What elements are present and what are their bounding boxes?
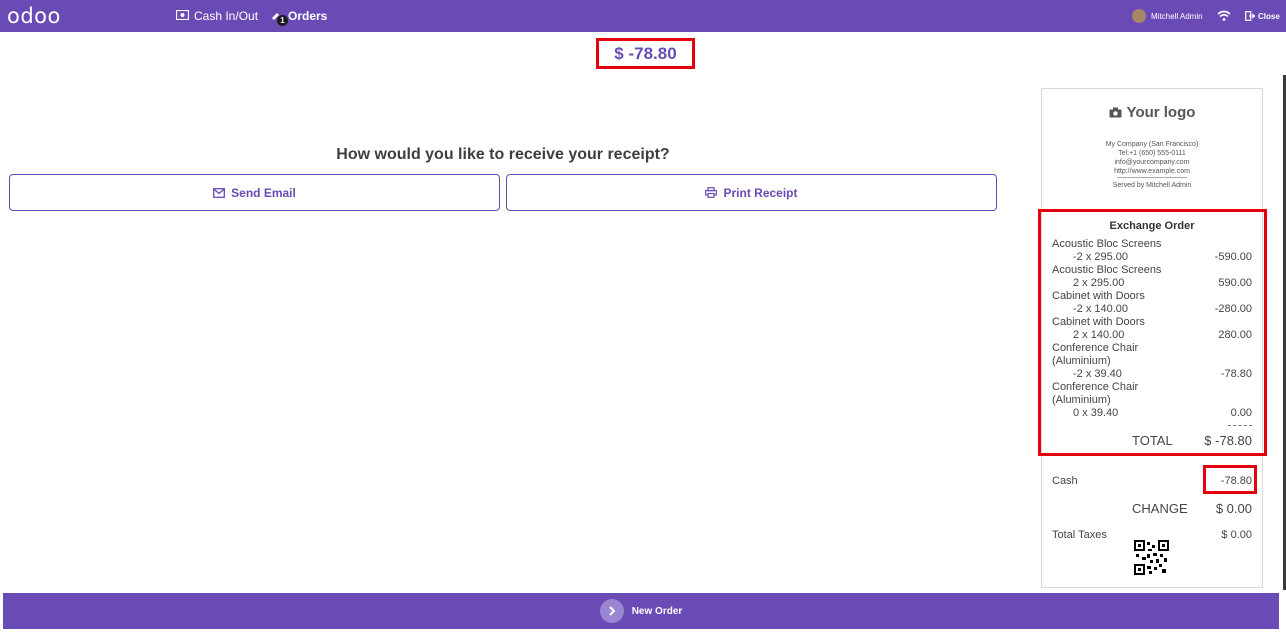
- qr-code-icon: [1134, 540, 1169, 575]
- receipt-question: How would you like to receive your recei…: [336, 146, 670, 163]
- print-receipt-label: Print Receipt: [723, 185, 798, 200]
- printer-icon: [705, 187, 718, 198]
- camera-icon: [1109, 107, 1122, 118]
- company-email: info@yourcompany.com: [1114, 159, 1190, 166]
- company-name: My Company (San Francisco): [1105, 141, 1199, 148]
- taxes-label: Total Taxes: [1052, 529, 1107, 541]
- odoo-logo: odoo: [7, 4, 61, 28]
- close-button[interactable]: Close: [1245, 0, 1280, 32]
- cash-in-out-button[interactable]: Cash In/Out: [175, 0, 259, 32]
- cash-in-out-label: Cash In/Out: [194, 9, 259, 23]
- send-email-label: Send Email: [231, 185, 296, 200]
- send-email-button[interactable]: Send Email: [9, 174, 500, 211]
- payment-method-label: Cash: [1052, 475, 1078, 487]
- orders-count-badge: 1: [277, 14, 288, 26]
- company-phone: Tel:+1 (650) 555-0111: [1118, 150, 1186, 157]
- orders-button[interactable]: 1 Orders: [271, 0, 327, 32]
- change-label: CHANGE: [1132, 501, 1188, 516]
- sign-out-icon: [1245, 11, 1255, 21]
- chevron-right-icon: [599, 599, 624, 623]
- divider: [1117, 177, 1187, 178]
- receipt-logo-text: Your logo: [1126, 104, 1196, 121]
- user-name: Mitchell Admin: [1151, 11, 1203, 21]
- new-order-label: New Order: [631, 605, 683, 617]
- envelope-icon: [213, 187, 226, 198]
- amount-due: $ -78.80: [596, 38, 695, 69]
- print-receipt-button[interactable]: Print Receipt: [506, 174, 997, 211]
- cash-amount-highlight: [1203, 465, 1257, 494]
- order-lines-highlight: [1038, 209, 1267, 456]
- change-value: $ 0.00: [1215, 501, 1252, 516]
- new-order-button[interactable]: New Order: [3, 593, 1279, 629]
- close-label: Close: [1258, 11, 1280, 21]
- top-navbar: odoo Cash In/Out 1 Orders Mitchell Admin…: [0, 0, 1286, 32]
- money-icon: [175, 9, 190, 23]
- avatar: [1132, 9, 1146, 23]
- user-menu[interactable]: Mitchell Admin: [1132, 0, 1203, 32]
- orders-label: Orders: [288, 9, 328, 23]
- ticket-icon: 1: [271, 9, 288, 26]
- receipt-logo: Your logo: [1042, 104, 1262, 121]
- company-website: http://www.example.com: [1114, 168, 1190, 175]
- change-row: CHANGE $ 0.00: [1132, 501, 1252, 516]
- company-info: My Company (San Francisco) Tel:+1 (650) …: [1042, 140, 1262, 190]
- taxes-value: $ 0.00: [1221, 529, 1252, 541]
- wifi-icon: [1217, 9, 1231, 27]
- served-by: Served by Mitchell Admin: [1112, 182, 1192, 189]
